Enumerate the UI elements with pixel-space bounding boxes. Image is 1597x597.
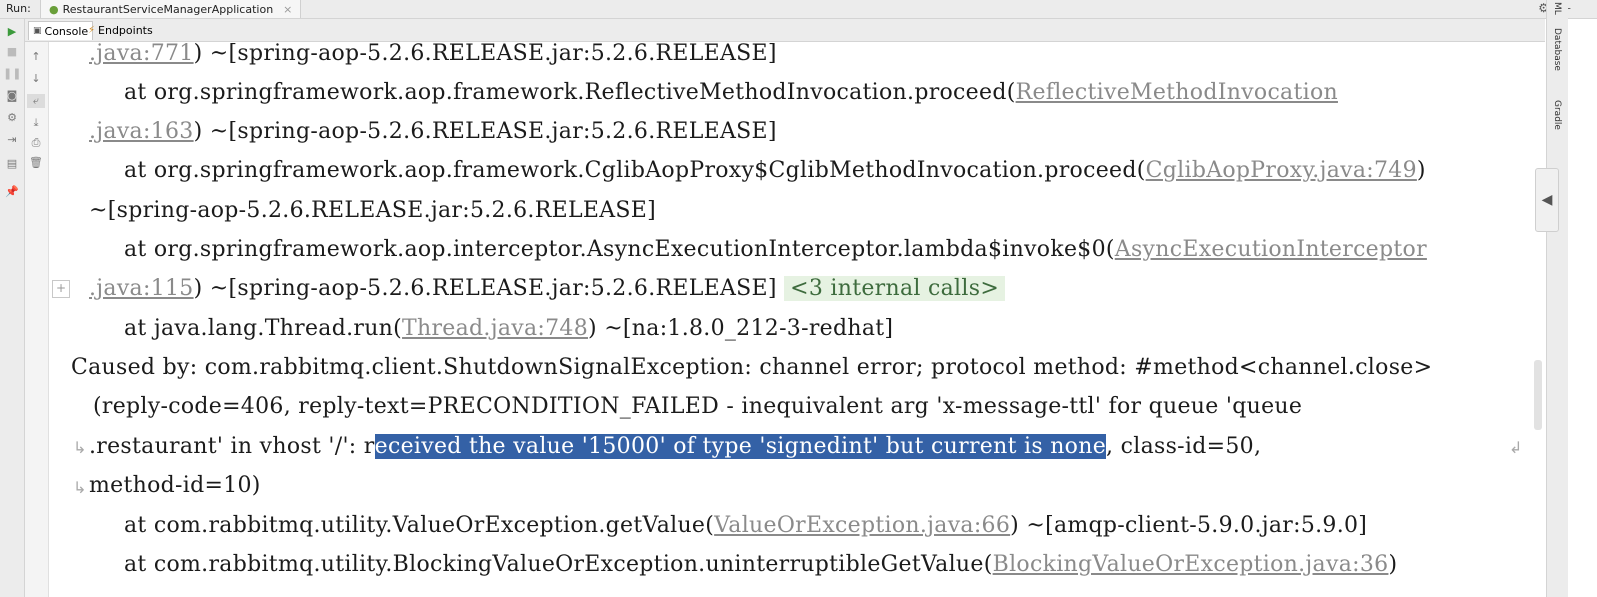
exit-icon[interactable]: ⇥ bbox=[3, 133, 21, 147]
console-line: Caused by: com.rabbitmq.client.ShutdownS… bbox=[71, 355, 1433, 380]
source-link[interactable]: ReflectiveMethodInvocation bbox=[1016, 80, 1338, 105]
wrap-indicator-icon: ↳ bbox=[73, 478, 87, 497]
console-icon: ▣ bbox=[33, 26, 42, 36]
right-tool-strip: ML Database Gradle bbox=[1546, 0, 1568, 597]
close-tab-icon[interactable]: × bbox=[283, 3, 292, 16]
run-config-title: RestaurantServiceManagerApplication bbox=[62, 2, 274, 16]
tab-endpoints-label: Endpoints bbox=[98, 23, 153, 37]
arrow-up-icon[interactable]: ↑ bbox=[27, 50, 45, 64]
run-config-tab[interactable]: ● RestaurantServiceManagerApplication × bbox=[40, 0, 302, 18]
console-line: at org.springframework.aop.framework.Cgl… bbox=[124, 158, 1426, 183]
console-line: at com.rabbitmq.utility.BlockingValueOrE… bbox=[124, 552, 1398, 577]
console-line: at org.springframework.aop.framework.Ref… bbox=[124, 80, 1338, 105]
console-scrollbar[interactable] bbox=[1534, 360, 1542, 430]
soft-wrap-icon[interactable]: ⤶ bbox=[27, 94, 45, 108]
spring-app-icon: ● bbox=[49, 2, 59, 16]
run-label: Run: bbox=[6, 2, 31, 15]
camera-icon[interactable]: ◙ bbox=[3, 89, 21, 103]
source-link[interactable]: .java:115 bbox=[89, 276, 194, 301]
pause-icon[interactable]: ❚❚ bbox=[3, 67, 21, 81]
endpoints-icon: ⚡ bbox=[88, 24, 96, 36]
console-tabbar: ▣ Console ⚡ Endpoints bbox=[0, 19, 1545, 42]
run-left-toolbar: ▶ ■ ❚❚ ◙ ⚙ ⇥ ▤ 📌 bbox=[0, 19, 25, 597]
internal-calls-fold[interactable]: <3 internal calls> bbox=[784, 276, 1006, 301]
print-icon[interactable]: ⎙ bbox=[27, 136, 45, 150]
arrow-down-icon[interactable]: ↓ bbox=[27, 72, 45, 86]
right-strip-database[interactable]: Database bbox=[1552, 28, 1562, 71]
stop-icon[interactable]: ■ bbox=[3, 45, 21, 59]
tab-endpoints[interactable]: ⚡ Endpoints bbox=[84, 21, 157, 39]
console-line: (reply-code=406, reply-text=PRECONDITION… bbox=[93, 394, 1303, 419]
source-link[interactable]: AsyncExecutionInterceptor bbox=[1115, 237, 1427, 262]
tab-console-label: Console bbox=[44, 24, 89, 38]
settings-small-icon[interactable]: ⚙ bbox=[3, 111, 21, 125]
collapse-panel-icon[interactable]: ◀ bbox=[1535, 168, 1559, 232]
layout-icon[interactable]: ▤ bbox=[3, 157, 21, 171]
pin-icon[interactable]: 📌 bbox=[3, 185, 21, 199]
console-line: at java.lang.Thread.run(Thread.java:748)… bbox=[124, 316, 894, 341]
source-link[interactable]: ValueOrException.java:66 bbox=[714, 513, 1010, 538]
console-line: method-id=10) bbox=[89, 473, 261, 498]
wrap-indicator-icon: ↲ bbox=[1509, 438, 1523, 457]
right-strip-ml[interactable]: ML bbox=[1552, 2, 1562, 15]
wrap-indicator-icon: ↳ bbox=[73, 438, 87, 457]
run-toolbar: Run: ● RestaurantServiceManagerApplicati… bbox=[0, 0, 1597, 19]
console-line: .java:771) ~[spring-aop-5.2.6.RELEASE.ja… bbox=[89, 42, 777, 66]
trash-icon[interactable]: 🗑 bbox=[27, 156, 45, 170]
console-output[interactable]: .java:771) ~[spring-aop-5.2.6.RELEASE.ja… bbox=[49, 42, 1533, 597]
selected-text[interactable]: eceived the value '15000' of type 'signe… bbox=[374, 434, 1107, 459]
source-link[interactable]: .java:163 bbox=[89, 119, 194, 144]
source-link[interactable]: Thread.java:748 bbox=[402, 316, 588, 341]
console-line: .java:115) ~[spring-aop-5.2.6.RELEASE.ja… bbox=[89, 274, 1006, 304]
source-link[interactable]: .java:771 bbox=[89, 42, 194, 66]
source-link[interactable]: BlockingValueOrException.java:36 bbox=[993, 552, 1389, 577]
console-line: .java:163) ~[spring-aop-5.2.6.RELEASE.ja… bbox=[89, 119, 777, 144]
console-left-toolbar: ↑ ↓ ⤶ ⤓ ⎙ 🗑 bbox=[25, 42, 49, 597]
scroll-to-end-icon[interactable]: ⤓ bbox=[27, 116, 45, 130]
console-line: at com.rabbitmq.utility.ValueOrException… bbox=[124, 513, 1368, 538]
console-line: at org.springframework.aop.interceptor.A… bbox=[124, 237, 1427, 262]
console-line: ~[spring-aop-5.2.6.RELEASE.jar:5.2.6.REL… bbox=[89, 198, 657, 223]
source-link[interactable]: CglibAopProxy.java:749 bbox=[1146, 158, 1417, 183]
rerun-icon[interactable]: ▶ bbox=[3, 25, 21, 39]
right-strip-gradle[interactable]: Gradle bbox=[1552, 100, 1562, 130]
console-line: .restaurant' in vhost '/': received the … bbox=[89, 434, 1262, 459]
